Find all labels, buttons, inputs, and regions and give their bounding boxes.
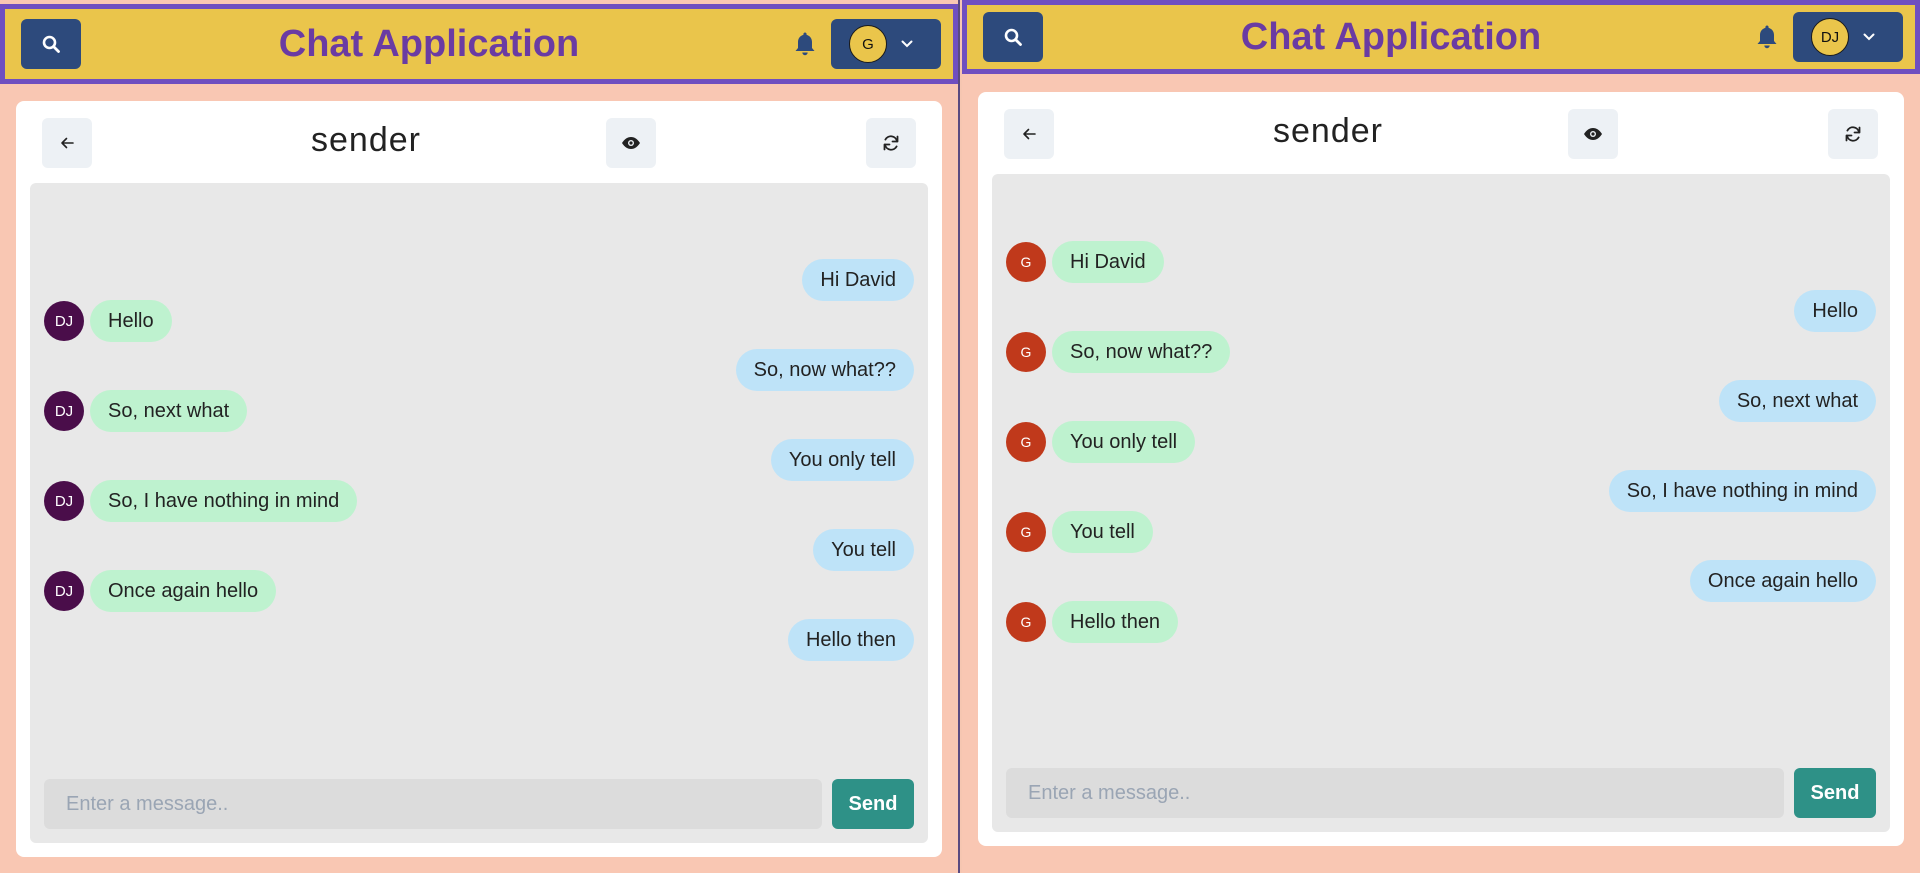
message-row: DJ So, I have nothing in mind [44,479,914,523]
refresh-button[interactable] [866,118,916,168]
received-message-bubble: You only tell [1052,421,1196,463]
message-row: You only tell [44,438,914,482]
refresh-button[interactable] [1828,109,1878,159]
chat-header: sender [978,92,1904,176]
user-menu-button[interactable]: G [831,19,941,69]
message-composer: Send [1006,768,1876,818]
message-row: G You only tell [1006,420,1876,464]
send-button[interactable]: Send [1794,768,1876,818]
bell-icon [795,32,815,56]
chevron-down-icon [1863,33,1875,41]
sent-message-bubble: Hello [1794,290,1876,332]
app-header: Chat Application G [0,4,958,84]
sender-avatar[interactable]: DJ [44,301,84,341]
view-profile-button[interactable] [1568,109,1618,159]
received-message-bubble: Hello then [1052,601,1179,643]
message-input[interactable] [1006,768,1784,818]
sent-message-bubble: Once again hello [1689,560,1876,602]
eye-icon [622,137,640,149]
message-row: So, next what [1006,379,1876,423]
message-row: Hi David [44,258,914,302]
message-row: Hello [1006,289,1876,333]
search-icon [42,35,60,53]
arrow-left-icon [1023,128,1036,140]
send-button[interactable]: Send [832,779,914,829]
sent-message-bubble: So, now what?? [735,349,914,391]
sender-avatar[interactable]: G [1006,242,1046,282]
sender-avatar[interactable]: DJ [44,391,84,431]
message-row: G Hi David [1006,240,1876,284]
message-area[interactable]: G Hi David Hello G So, now what?? So, next wh… [992,174,1890,832]
sender-avatar[interactable]: G [1006,512,1046,552]
chat-title: sender [311,121,421,159]
sent-message-bubble: Hello then [787,619,914,661]
chat-header: sender [16,101,942,185]
sent-message-bubble: Hi David [802,259,914,301]
sent-message-bubble: So, I have nothing in mind [1608,470,1876,512]
message-row: Hello then [44,618,914,662]
notification-button[interactable] [1754,22,1780,52]
search-icon [1004,28,1022,46]
received-message-bubble: Hi David [1052,241,1164,283]
arrow-left-icon [61,137,74,149]
message-row: G You tell [1006,510,1876,554]
sender-avatar[interactable]: G [1006,602,1046,642]
sender-avatar[interactable]: DJ [44,571,84,611]
received-message-bubble: You tell [1052,511,1153,553]
message-row: DJ Once again hello [44,569,914,613]
chat-window-right: Chat Application DJ sender G Hi David Hell… [962,0,1920,873]
user-menu-button[interactable]: DJ [1793,12,1903,62]
message-input[interactable] [44,779,822,829]
message-area[interactable]: Hi David DJ Hello So, now what?? DJ So, next … [30,183,928,843]
user-avatar: G [849,25,887,63]
received-message-bubble: So, I have nothing in mind [90,480,358,522]
notification-button[interactable] [792,29,818,59]
sent-message-bubble: So, next what [1718,380,1876,422]
received-message-bubble: Once again hello [90,570,277,612]
search-button[interactable] [21,19,81,69]
app-header: Chat Application DJ [962,0,1920,74]
back-button[interactable] [42,118,92,168]
sender-avatar[interactable]: DJ [44,481,84,521]
sender-avatar[interactable]: G [1006,422,1046,462]
received-message-bubble: So, now what?? [1052,331,1231,373]
message-list: Hi David DJ Hello So, now what?? DJ So, next … [30,183,928,763]
back-button[interactable] [1004,109,1054,159]
message-list: G Hi David Hello G So, now what?? So, next wh… [992,174,1890,752]
user-avatar: DJ [1811,18,1849,56]
message-row: So, now what?? [44,348,914,392]
search-button[interactable] [983,12,1043,62]
received-message-bubble: So, next what [90,390,248,432]
sender-avatar[interactable]: G [1006,332,1046,372]
chat-panel: sender Hi David DJ Hello So, now what?? DJ So… [16,101,942,857]
message-row: So, I have nothing in mind [1006,469,1876,513]
bell-icon [1757,25,1777,49]
chat-panel: sender G Hi David Hello G So, now what?? So, … [978,92,1904,846]
message-row: DJ So, next what [44,389,914,433]
refresh-icon [1845,126,1861,142]
message-row: DJ Hello [44,299,914,343]
message-row: Once again hello [1006,559,1876,603]
view-profile-button[interactable] [606,118,656,168]
chat-title: sender [1273,112,1383,150]
sent-message-bubble: You tell [813,529,914,571]
message-row: You tell [44,528,914,572]
refresh-icon [883,135,899,151]
received-message-bubble: Hello [90,300,172,342]
eye-icon [1584,128,1602,140]
message-row: G So, now what?? [1006,330,1876,374]
sent-message-bubble: You only tell [770,439,914,481]
message-row: G Hello then [1006,600,1876,644]
message-composer: Send [44,779,914,829]
chevron-down-icon [901,40,913,48]
chat-window-left: Chat Application G sender Hi David DJ Hell… [0,0,960,873]
